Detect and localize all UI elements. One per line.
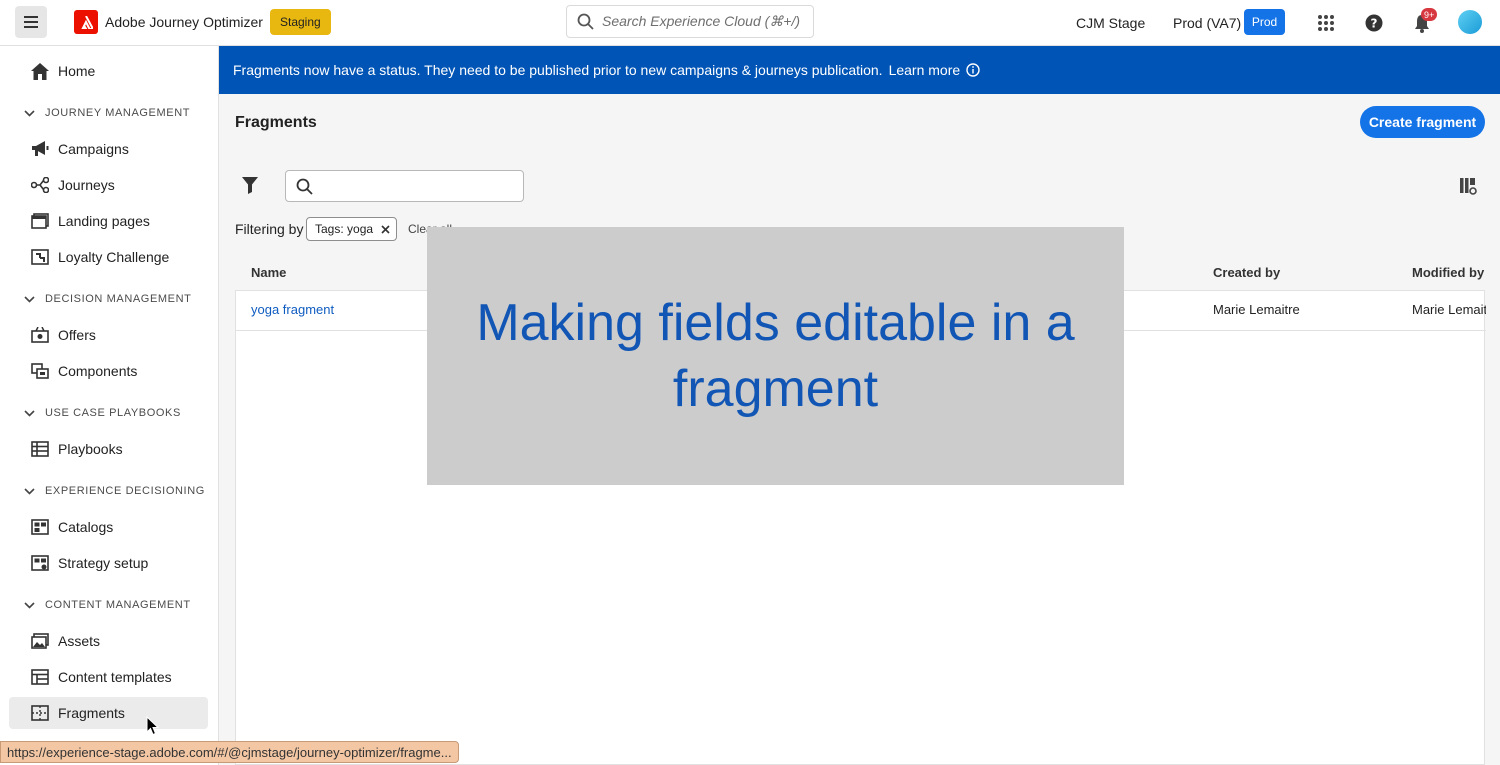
sidebar-item-label: Strategy setup — [58, 555, 149, 571]
sidebar-item-label: Offers — [58, 327, 96, 343]
environment-badge: Staging — [270, 9, 331, 35]
sidebar-item-catalogs[interactable]: Catalogs — [9, 511, 208, 543]
sidebar-item-label: Content templates — [58, 669, 172, 685]
sidebar-item-landing-pages[interactable]: Landing pages — [9, 205, 208, 237]
tag-filter-chip[interactable]: Tags: yoga — [306, 217, 398, 241]
video-title-overlay: Making fields editable in a fragment — [427, 227, 1124, 485]
sidebar-item-assets[interactable]: Assets — [9, 625, 208, 657]
sidebar-item-content-templates[interactable]: Content templates — [9, 661, 208, 693]
sidebar-item-label: Catalogs — [58, 519, 114, 535]
section-experience-decisioning[interactable]: EXPERIENCE DECISIONING — [24, 485, 205, 497]
loyalty-icon — [31, 248, 49, 266]
chevron-down-icon — [24, 409, 35, 417]
megaphone-icon — [31, 140, 49, 158]
close-icon[interactable] — [381, 224, 390, 234]
chevron-down-icon — [24, 601, 35, 609]
sidebar-item-campaigns[interactable]: Campaigns — [9, 133, 208, 165]
search-icon — [296, 178, 313, 195]
page-title: Fragments — [235, 114, 317, 131]
section-title: EXPERIENCE DECISIONING — [45, 485, 205, 497]
filter-icon[interactable] — [242, 177, 258, 194]
apps-grid-icon[interactable] — [1314, 11, 1338, 35]
section-title: CONTENT MANAGEMENT — [45, 599, 191, 611]
sidebar-item-label: Landing pages — [58, 213, 150, 229]
overlay-title: Making fields editable in a fragment — [476, 294, 1075, 418]
sidebar-item-label: Components — [58, 363, 138, 379]
chevron-down-icon — [24, 295, 35, 303]
modified-by-cell: Marie Lemait — [1412, 302, 1486, 317]
sandbox-badge[interactable]: Prod — [1244, 9, 1285, 35]
strategy-icon — [31, 554, 49, 572]
sidebar-item-label: Assets — [58, 633, 101, 649]
status-bar-url: https://experience-stage.adobe.com/#/@cj… — [0, 741, 459, 763]
catalog-icon — [31, 518, 49, 536]
search-placeholder: Search Experience Cloud (⌘+/) — [602, 13, 801, 29]
sidebar-item-label: Campaigns — [58, 141, 129, 157]
chevron-down-icon — [24, 487, 35, 495]
template-icon — [31, 668, 49, 686]
svg-text:?: ? — [1371, 17, 1378, 31]
landing-page-icon — [31, 212, 49, 230]
info-banner: Fragments now have a status. They need t… — [219, 46, 1500, 94]
created-by-cell: Marie Lemaitre — [1213, 302, 1300, 317]
assets-icon — [31, 632, 49, 650]
notification-count-badge: 9+ — [1421, 8, 1438, 21]
playbook-icon — [31, 440, 49, 458]
top-bar: Adobe Journey Optimizer Staging Search E… — [0, 0, 1500, 46]
sidebar-item-label: Journeys — [58, 177, 115, 193]
section-title: USE CASE PLAYBOOKS — [45, 407, 181, 419]
column-settings-icon[interactable] — [1459, 177, 1477, 195]
journey-icon — [31, 176, 49, 194]
org-switcher[interactable]: CJM Stage — [1076, 15, 1145, 31]
search-icon — [577, 13, 594, 30]
banner-text: Fragments now have a status. They need t… — [233, 62, 883, 78]
section-title: JOURNEY MANAGEMENT — [45, 107, 191, 119]
sidebar-item-label: Fragments — [58, 705, 125, 721]
filtering-by-label: Filtering by — [235, 221, 304, 237]
menu-toggle-button[interactable] — [15, 6, 47, 38]
sidebar-item-strategy-setup[interactable]: Strategy setup — [9, 547, 208, 579]
section-decision-management[interactable]: DECISION MANAGEMENT — [24, 293, 191, 305]
fragment-name-link[interactable]: yoga fragment — [251, 302, 334, 317]
components-icon — [31, 362, 49, 380]
offers-icon — [31, 326, 49, 344]
section-use-case-playbooks[interactable]: USE CASE PLAYBOOKS — [24, 407, 181, 419]
sidebar-item-label: Playbooks — [58, 441, 123, 457]
create-fragment-button[interactable]: Create fragment — [1360, 106, 1485, 138]
chevron-down-icon — [24, 109, 35, 117]
section-content-management[interactable]: CONTENT MANAGEMENT — [24, 599, 191, 611]
sidebar-item-label: Loyalty Challenge — [58, 249, 170, 265]
sidebar-item-label: Home — [58, 63, 96, 79]
hamburger-icon — [24, 16, 38, 28]
adobe-logo-icon[interactable] — [74, 10, 98, 34]
avatar[interactable] — [1458, 10, 1482, 34]
learn-more-link[interactable]: Learn more — [889, 62, 961, 78]
sidebar-item-home[interactable]: Home — [9, 55, 208, 87]
tag-chip-label: Tags: yoga — [315, 222, 374, 236]
section-journey-management[interactable]: JOURNEY MANAGEMENT — [24, 107, 190, 119]
column-header-modified-by[interactable]: Modified by — [1412, 265, 1484, 280]
fragment-icon — [31, 704, 49, 722]
sandbox-switcher[interactable]: Prod (VA7) — [1173, 15, 1241, 31]
fragment-search-input[interactable] — [285, 170, 524, 202]
column-header-name[interactable]: Name — [251, 265, 286, 280]
sidebar: Home JOURNEY MANAGEMENT Campaigns Journe… — [0, 46, 219, 765]
column-header-created-by[interactable]: Created by — [1213, 265, 1280, 280]
sidebar-item-loyalty-challenge[interactable]: Loyalty Challenge — [9, 241, 208, 273]
sidebar-item-playbooks[interactable]: Playbooks — [9, 433, 208, 465]
app-name[interactable]: Adobe Journey Optimizer — [105, 14, 263, 30]
sidebar-item-fragments[interactable]: Fragments — [9, 697, 208, 729]
global-search-input[interactable]: Search Experience Cloud (⌘+/) — [566, 5, 814, 38]
sidebar-item-components[interactable]: Components — [9, 355, 208, 387]
sidebar-item-offers[interactable]: Offers — [9, 319, 208, 351]
section-title: DECISION MANAGEMENT — [45, 293, 192, 305]
mouse-cursor-icon — [146, 716, 159, 736]
sidebar-item-journeys[interactable]: Journeys — [9, 169, 208, 201]
home-icon — [31, 62, 49, 80]
info-icon[interactable] — [966, 63, 980, 77]
help-icon[interactable]: ? — [1362, 11, 1386, 35]
